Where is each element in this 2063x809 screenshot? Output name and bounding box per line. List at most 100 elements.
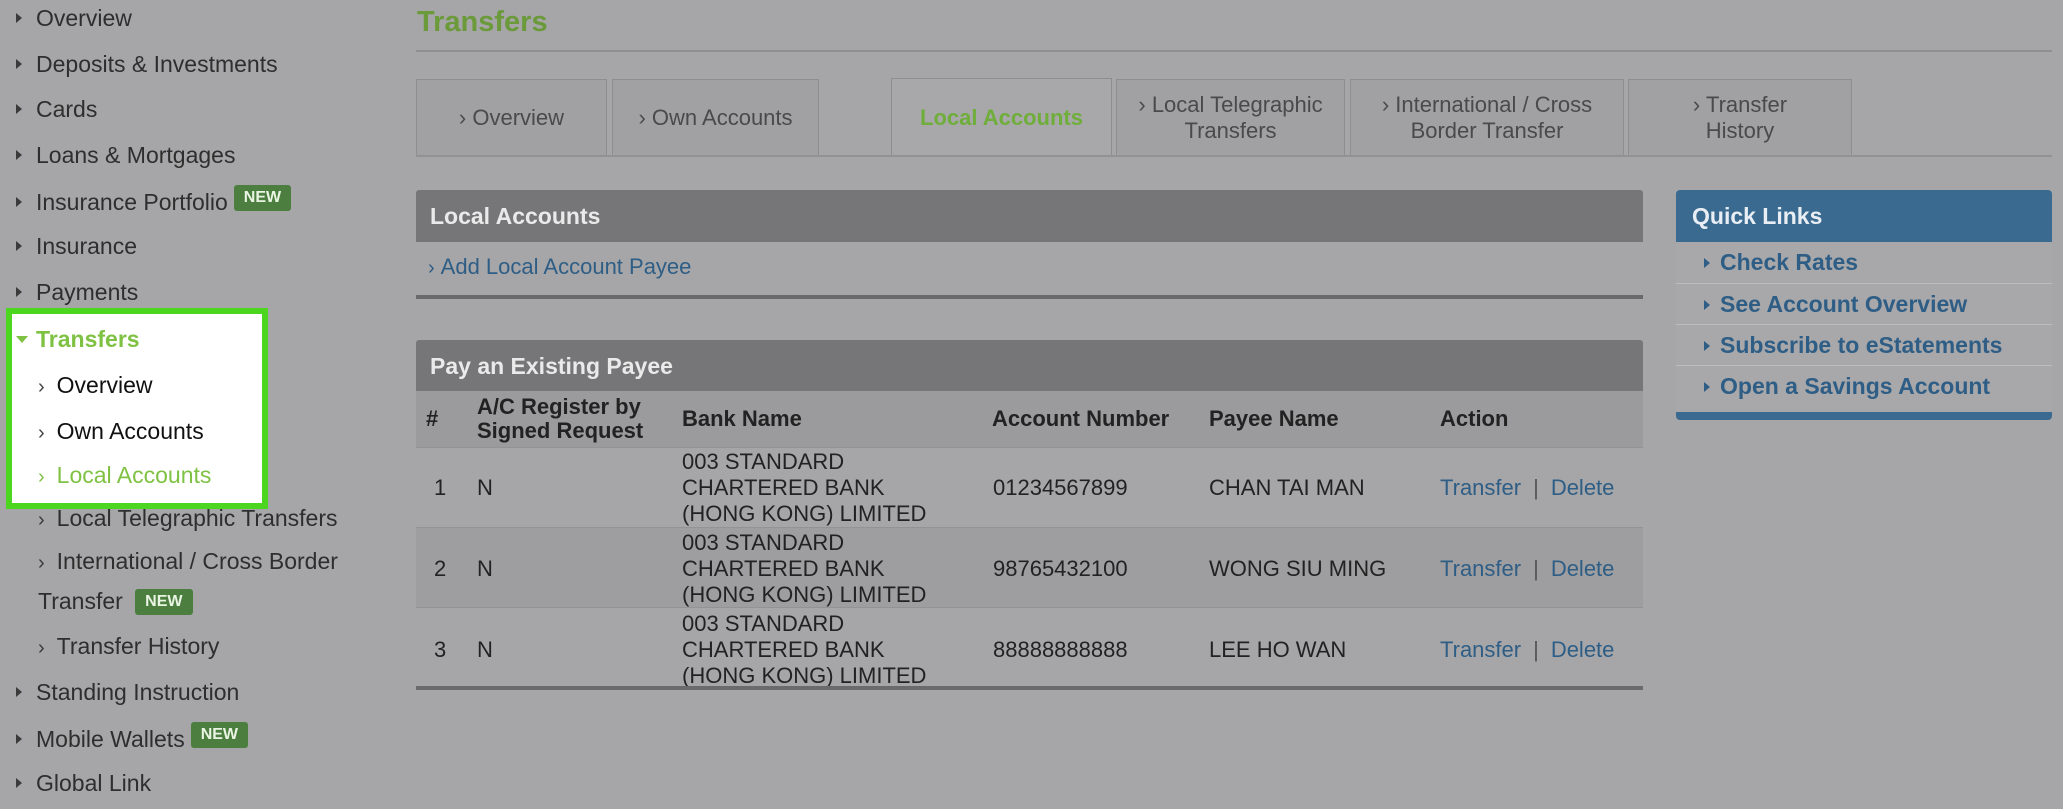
sidebar-item-label: Overview	[36, 5, 132, 31]
delete-link[interactable]: Delete	[1551, 637, 1615, 662]
link-label: Add Local Account Payee	[440, 254, 692, 279]
sidebar-item-label: Insurance	[36, 233, 138, 259]
cell-bank-name: 003 STANDARD CHARTERED BANK (HONG KONG) …	[682, 449, 926, 527]
sidebar-item-transfers[interactable]: Transfers	[16, 322, 140, 356]
tab-label: › Local Telegraphic Transfers	[1138, 91, 1323, 143]
sidebar-subitem-label: Local Telegraphic Transfers	[56, 505, 338, 531]
add-local-account-payee-link[interactable]: › Add Local Account Payee	[428, 254, 691, 280]
cell-action: Transfer | Delete	[1440, 637, 1614, 663]
chevron-right-icon: ›	[38, 466, 45, 488]
quick-link-estatements[interactable]: Subscribe to eStatements	[1676, 324, 2052, 365]
tab-label-line: Border Transfer	[1410, 117, 1564, 143]
sidebar-subitem-international[interactable]: › International / Cross Border	[38, 544, 338, 578]
cell-account-number: 88888888888	[993, 637, 1128, 662]
table-row: 1 N 003 STANDARD CHARTERED BANK (HONG KO…	[416, 447, 1643, 527]
triangle-right-icon	[16, 778, 22, 788]
sidebar-item-payments[interactable]: Payments	[0, 275, 138, 309]
chevron-right-icon: ›	[38, 637, 45, 659]
quick-link-check-rates[interactable]: Check Rates	[1676, 242, 2052, 283]
cell-action: Transfer | Delete	[1440, 556, 1614, 582]
table-row: 3 N 003 STANDARD CHARTERED BANK (HONG KO…	[416, 607, 1643, 689]
action-separator: |	[1533, 556, 1539, 581]
cell-bank-name: 003 STANDARD CHARTERED BANK (HONG KONG) …	[682, 530, 926, 608]
sidebar-item-label: Deposits & Investments	[36, 51, 278, 77]
sidebar-subitem-international-cont[interactable]: Transfer NEW	[38, 584, 193, 618]
triangle-right-icon	[1704, 300, 1710, 310]
tab-bar: › Overview › Own Accounts Local Accounts…	[416, 78, 2052, 157]
quick-links-panel: Quick Links Check Rates See Account Over…	[1676, 190, 2052, 420]
sidebar-item-insurance[interactable]: Insurance	[0, 229, 137, 263]
new-badge: NEW	[135, 589, 193, 615]
quick-link-account-overview[interactable]: See Account Overview	[1676, 283, 2052, 324]
triangle-right-icon	[16, 287, 22, 297]
sidebar-item-label: Cards	[36, 96, 98, 122]
cell-register: N	[477, 475, 493, 500]
sidebar-item-label: Standing Instruction	[36, 679, 240, 705]
bank-line: CHARTERED BANK	[682, 637, 885, 662]
sidebar-item-label: Payments	[36, 279, 139, 305]
col-num: #	[426, 406, 439, 431]
sidebar-item-global-link[interactable]: Global Link	[0, 766, 151, 800]
transfer-link[interactable]: Transfer	[1440, 637, 1521, 662]
pay-existing-payee-header: Pay an Existing Payee	[416, 340, 1643, 392]
tab-label: › Transfer History	[1692, 91, 1788, 143]
action-separator: |	[1533, 637, 1539, 662]
sidebar-item-overview[interactable]: Overview	[0, 1, 132, 35]
sidebar-item-label: Loans & Mortgages	[36, 142, 236, 168]
quick-link-label: See Account Overview	[1720, 291, 1968, 317]
tab-label-line: Local Telegraphic	[1151, 91, 1323, 117]
chevron-right-icon: ›	[38, 552, 45, 574]
cell-bank-name: 003 STANDARD CHARTERED BANK (HONG KONG) …	[682, 611, 926, 689]
sidebar-item-mobile-wallets[interactable]: Mobile Wallets NEW	[0, 722, 249, 756]
cell-payee-name: CHAN TAI MAN	[1209, 475, 1365, 500]
triangle-right-icon	[16, 241, 22, 251]
triangle-right-icon	[16, 197, 22, 207]
triangle-right-icon	[1704, 258, 1710, 268]
sidebar-item-cards[interactable]: Cards	[0, 92, 97, 126]
tab-label: › Overview	[458, 104, 565, 130]
cell-register: N	[477, 556, 493, 581]
sidebar-item-loans-mortgages[interactable]: Loans & Mortgages	[0, 138, 235, 172]
sidebar-subitem-transfer-history[interactable]: › Transfer History	[38, 629, 219, 663]
sidebar-subitem-own-accounts[interactable]: › Own Accounts	[38, 414, 204, 448]
sidebar-item-deposits-investments[interactable]: Deposits & Investments	[0, 47, 278, 81]
quick-links-footer	[1676, 412, 2052, 420]
tab-label: Local Accounts	[920, 105, 1083, 130]
sidebar-subitem-overview[interactable]: › Overview	[38, 368, 153, 402]
transfer-link[interactable]: Transfer	[1440, 556, 1521, 581]
quick-link-label: Open a Savings Account	[1720, 373, 1991, 399]
triangle-right-icon	[16, 59, 22, 69]
sidebar-subitem-label: Overview	[56, 372, 153, 398]
tab-local-telegraphic-transfers[interactable]: › Local Telegraphic Transfers	[1116, 79, 1345, 155]
tab-label: › Own Accounts	[638, 104, 793, 130]
bank-line: CHARTERED BANK	[682, 556, 885, 581]
cell-register: N	[477, 637, 493, 662]
triangle-right-icon	[16, 13, 22, 23]
cell-account-number: 01234567899	[993, 475, 1128, 500]
tab-label-line: International / Cross	[1395, 91, 1593, 117]
delete-link[interactable]: Delete	[1551, 556, 1615, 581]
sidebar-item-label: Insurance Portfolio	[36, 189, 228, 215]
sidebar-item-insurance-portfolio[interactable]: Insurance Portfolio NEW	[0, 185, 292, 219]
sidebar-item-label: Transfers	[36, 326, 140, 352]
tab-international-cross-border[interactable]: › International / Cross Border Transfer	[1350, 79, 1624, 155]
tab-transfer-history[interactable]: › Transfer History	[1628, 79, 1852, 155]
chevron-right-icon: ›	[38, 509, 45, 531]
local-accounts-header: Local Accounts	[416, 190, 1643, 242]
tab-local-accounts[interactable]: Local Accounts	[891, 78, 1112, 157]
transfer-link[interactable]: Transfer	[1440, 475, 1521, 500]
sidebar-item-label: Mobile Wallets	[36, 726, 185, 752]
sidebar-item-standing-instruction[interactable]: Standing Instruction	[0, 675, 239, 709]
new-badge: NEW	[190, 722, 249, 748]
quick-link-label: Check Rates	[1720, 249, 1859, 275]
bank-line: 003 STANDARD	[682, 611, 845, 636]
delete-link[interactable]: Delete	[1551, 475, 1615, 500]
sidebar-subitem-local-telegraphic[interactable]: › Local Telegraphic Transfers	[38, 501, 338, 535]
cell-payee-name: WONG SIU MING	[1209, 556, 1387, 581]
tab-overview[interactable]: › Overview	[416, 79, 607, 155]
sidebar-subitem-local-accounts[interactable]: › Local Accounts	[38, 458, 211, 492]
tab-own-accounts[interactable]: › Own Accounts	[612, 79, 819, 155]
title-divider	[416, 50, 2052, 52]
quick-link-savings-account[interactable]: Open a Savings Account	[1676, 365, 2052, 406]
action-separator: |	[1533, 475, 1539, 500]
